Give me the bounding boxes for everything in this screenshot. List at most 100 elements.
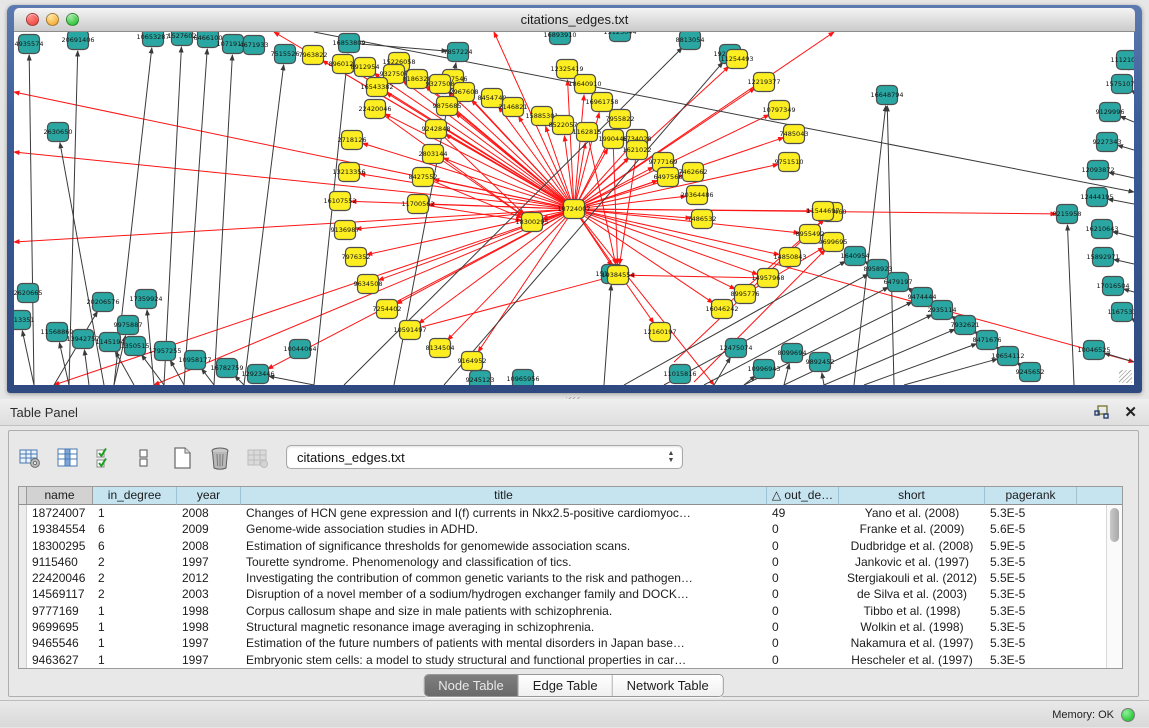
graph-node[interactable]: 8427552: [409, 168, 438, 187]
tab-node-table[interactable]: Node Table: [424, 675, 519, 696]
table-row[interactable]: 946362711997Embryonic stem cells: a mode…: [19, 652, 1106, 668]
graph-node[interactable]: 8471676: [973, 331, 1002, 350]
graph-node[interactable]: 10797349: [762, 101, 795, 120]
graph-node[interactable]: 14957968: [751, 269, 784, 288]
graph-node[interactable]: 1527602: [168, 32, 197, 46]
graph-node[interactable]: 17359924: [129, 290, 162, 309]
select-columns-icon[interactable]: [55, 445, 81, 471]
column-header-pagerank[interactable]: pagerank: [985, 487, 1077, 505]
table-row[interactable]: 1872400712008Changes of HCN gene express…: [19, 505, 1106, 521]
graph-node[interactable]: 15892971: [1086, 248, 1119, 267]
graph-node[interactable]: 9136987: [331, 221, 360, 240]
graph-node[interactable]: 7955822: [606, 110, 635, 129]
table-settings-icon[interactable]: [17, 445, 43, 471]
graph-node[interactable]: 9313351: [14, 311, 34, 330]
graph-node[interactable]: 11015816: [663, 365, 696, 384]
graph-node[interactable]: 9129996: [1096, 103, 1125, 122]
graph-node[interactable]: 9634508: [354, 275, 383, 294]
graph-node[interactable]: 10046525: [1077, 341, 1110, 360]
graph-node[interactable]: 2803144: [419, 145, 448, 164]
graph-node[interactable]: 9975887: [114, 316, 143, 335]
graph-node[interactable]: 8134504: [426, 339, 455, 358]
graph-node[interactable]: 12093872: [1081, 161, 1114, 180]
graph-node[interactable]: 9892452: [806, 353, 835, 372]
table-row[interactable]: 1938455462009Genome-wide association stu…: [19, 521, 1106, 537]
graph-node[interactable]: 8912954: [351, 58, 380, 77]
graph-node[interactable]: 22420046: [358, 100, 391, 119]
graph-node[interactable]: 20691406: [61, 32, 94, 50]
table-row[interactable]: 977716911998Corpus callosum shape and si…: [19, 603, 1106, 619]
graph-node[interactable]: 16648794: [870, 86, 903, 105]
graph-node[interactable]: 2935114: [928, 301, 957, 320]
graph-node[interactable]: 10996943: [747, 360, 780, 379]
graph-node[interactable]: 1350515: [121, 337, 150, 356]
graph-node[interactable]: 4671933: [240, 36, 269, 55]
graph-node[interactable]: 17016504: [1096, 277, 1129, 296]
graph-node[interactable]: 16046242: [705, 300, 738, 319]
graph-node[interactable]: 2146821: [499, 98, 528, 117]
graph-node[interactable]: 8099694: [778, 344, 807, 363]
graph-node[interactable]: 8955492: [796, 225, 825, 244]
graph-node[interactable]: 9245123: [466, 371, 495, 386]
table-scrollbar-thumb[interactable]: [1110, 508, 1119, 542]
checklist-icon[interactable]: [93, 445, 119, 471]
graph-node[interactable]: 11121044: [1110, 51, 1134, 70]
table-row[interactable]: 969969511998Structural magnetic resonanc…: [19, 619, 1106, 635]
graph-node[interactable]: 15123044: [603, 32, 636, 42]
table-row[interactable]: 911546021997Tourette syndrome. Phenomeno…: [19, 554, 1106, 570]
graph-node[interactable]: 2620665: [14, 284, 42, 303]
graph-node[interactable]: 16210643: [1085, 220, 1118, 239]
graph-node[interactable]: 16107552: [323, 192, 356, 211]
table-row[interactable]: 1456911722003Disruption of a novel membe…: [19, 586, 1106, 602]
graph-node[interactable]: 1640954: [841, 247, 870, 266]
network-canvas[interactable]: 4935574206914061065328715276026466100107…: [14, 32, 1134, 385]
close-panel-icon[interactable]: ✕: [1124, 405, 1137, 420]
graph-node[interactable]: 7515526: [271, 45, 300, 64]
graph-node[interactable]: 1167533: [1108, 303, 1134, 322]
graph-node[interactable]: 9164952: [458, 352, 487, 371]
graph-node[interactable]: 9242848: [422, 120, 451, 139]
new-file-icon[interactable]: [169, 445, 195, 471]
graph-node[interactable]: 8813054: [676, 32, 705, 50]
graph-node[interactable]: 7932621: [951, 316, 980, 335]
column-header-in_degree[interactable]: in_degree: [93, 487, 177, 505]
graph-node[interactable]: 10654112: [991, 347, 1024, 366]
graph-node[interactable]: 14850843: [773, 248, 806, 267]
network-table-select[interactable]: citations_edges.txt ▲▼: [286, 445, 683, 469]
tab-network-table[interactable]: Network Table: [613, 675, 723, 696]
graph-node[interactable]: 9227343: [1093, 133, 1122, 152]
graph-node[interactable]: 7486532: [688, 210, 717, 229]
graph-node[interactable]: 7254402: [373, 300, 402, 319]
graph-node[interactable]: 16961758: [585, 93, 618, 112]
graph-node[interactable]: 12219377: [747, 73, 780, 92]
graph-node[interactable]: 9751510: [775, 153, 804, 172]
network-window-titlebar[interactable]: citations_edges.txt: [14, 8, 1135, 32]
graph-node[interactable]: 12160197: [643, 323, 676, 342]
graph-node[interactable]: 13213356: [332, 163, 365, 182]
graph-node[interactable]: 1162815: [573, 123, 602, 142]
graph-node[interactable]: 2630650: [44, 123, 73, 142]
graph-node[interactable]: 20364486: [680, 186, 713, 205]
graph-node[interactable]: 7963822: [299, 46, 328, 65]
window-resize-grip[interactable]: [1119, 370, 1132, 383]
graph-node[interactable]: 9875685: [433, 97, 462, 116]
graph-node[interactable]: 7857224: [444, 43, 473, 62]
graph-node[interactable]: 20206576: [86, 293, 119, 312]
graph-node[interactable]: 10965956: [506, 370, 539, 386]
table-scrollbar[interactable]: [1106, 505, 1122, 668]
graph-node[interactable]: 8215958: [1053, 205, 1082, 224]
table-row[interactable]: 946554611997Estimation of the future num…: [19, 635, 1106, 651]
graph-node[interactable]: 17957255: [148, 342, 181, 361]
float-panel-icon[interactable]: [1094, 405, 1110, 420]
table-row[interactable]: 2242004622012Investigating the contribut…: [19, 570, 1106, 586]
trash-icon[interactable]: [207, 445, 233, 471]
tab-edge-table[interactable]: Edge Table: [519, 675, 613, 696]
graph-node[interactable]: 4935574: [15, 35, 44, 54]
graph-node[interactable]: 10653287: [136, 32, 169, 47]
graph-node[interactable]: 12444195: [1080, 188, 1113, 207]
graph-node[interactable]: 10591497: [393, 321, 426, 340]
rows-icon[interactable]: [131, 445, 157, 471]
column-header-short[interactable]: short: [839, 487, 985, 505]
column-header-out_de[interactable]: △ out_de…: [767, 487, 839, 505]
column-header-year[interactable]: year: [177, 487, 241, 505]
